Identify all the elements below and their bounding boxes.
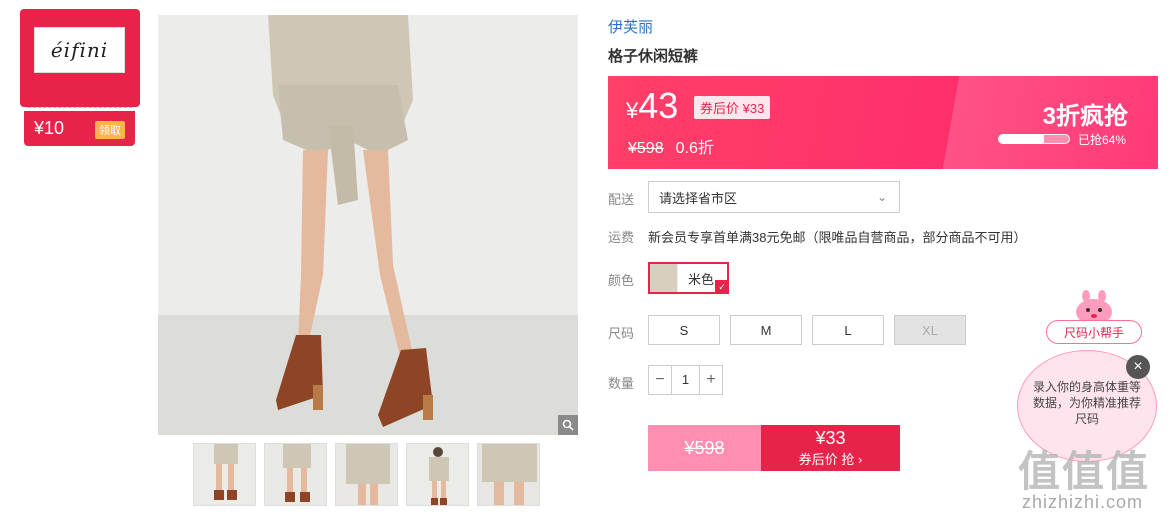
coupon-price-badge: 券后价 ¥33: [694, 96, 771, 119]
size-label: 尺码: [608, 326, 635, 341]
current-price: ¥43: [626, 85, 678, 127]
buy-original-price: ¥598: [648, 425, 761, 471]
flash-sale-title: 3折疯抢: [1042, 103, 1128, 130]
thumbnail-2[interactable]: [264, 443, 327, 506]
color-swatch-image: [650, 264, 678, 292]
brand-divider: [28, 107, 132, 108]
size-option-m[interactable]: M: [730, 315, 802, 345]
sold-progress-text: 已抢64%: [1078, 133, 1127, 147]
watermark-url: zhizhizhi.com: [1022, 492, 1144, 512]
region-select-placeholder: 请选择省市区: [659, 190, 738, 206]
watermark-logo: 值值值: [1018, 448, 1151, 495]
product-title: 格子休闲短裤: [608, 48, 699, 65]
shipping-label: 运费: [608, 230, 635, 245]
shipping-info: 新会员专享首单满38元免邮（限唯品自营商品，部分商品不可用）: [648, 230, 1027, 245]
zoom-icon[interactable]: [558, 415, 578, 435]
main-product-image[interactable]: [158, 15, 578, 435]
thumbnail-1[interactable]: [193, 443, 256, 506]
chevron-down-icon: ⌄: [876, 190, 887, 204]
buy-action-label: 券后价 抢 ›: [798, 452, 863, 467]
delivery-label: 配送: [608, 192, 635, 207]
quantity-stepper: − 1 +: [648, 365, 723, 395]
currency-symbol: ¥: [626, 98, 639, 123]
quantity-increase-button[interactable]: +: [700, 366, 722, 394]
size-option-l[interactable]: L: [812, 315, 884, 345]
check-icon: ✓: [715, 280, 729, 294]
sold-progress-bar: [998, 134, 1070, 144]
discount-text: 0.6折: [675, 140, 714, 157]
original-price: ¥598: [628, 140, 664, 157]
close-icon[interactable]: ×: [1126, 355, 1150, 379]
brand-logo[interactable]: éifini: [34, 27, 125, 73]
color-option-label: 米色: [688, 271, 715, 287]
size-option-s[interactable]: S: [648, 315, 720, 345]
thumbnail-strip: [193, 443, 540, 506]
thumbnail-4[interactable]: [406, 443, 469, 506]
buy-now-button[interactable]: ¥33 券后价 抢 ›: [761, 425, 900, 471]
quantity-decrease-button[interactable]: −: [649, 366, 671, 394]
buy-coupon-price: ¥33: [815, 428, 846, 448]
size-option-xl[interactable]: XL: [894, 315, 966, 345]
color-label: 颜色: [608, 273, 635, 288]
price-banner: ¥43 券后价 ¥33 ¥598 0.6折 3折疯抢 已抢64%: [608, 76, 1158, 169]
color-option-selected[interactable]: 米色 ✓: [648, 262, 729, 294]
claim-coupon-button[interactable]: 领取: [95, 121, 125, 139]
quantity-input[interactable]: 1: [671, 366, 700, 394]
coupon-amount: ¥10: [34, 118, 65, 138]
brand-card[interactable]: éifini: [20, 9, 140, 108]
thumbnail-3[interactable]: [335, 443, 398, 506]
original-price-line: ¥598 0.6折: [628, 134, 714, 158]
quantity-label: 数量: [608, 376, 635, 391]
thumbnail-5[interactable]: [477, 443, 540, 506]
sold-progress-fill: [999, 135, 1044, 143]
buy-bar: ¥598 ¥33 券后价 抢 ›: [648, 425, 900, 471]
store-coupon[interactable]: ¥10 领取: [24, 111, 135, 146]
size-helper-tag[interactable]: 尺码小帮手: [1046, 320, 1142, 344]
current-price-value: 43: [638, 85, 679, 126]
region-select[interactable]: 请选择省市区 ⌄: [648, 181, 900, 213]
product-photo: [158, 15, 578, 435]
brand-link[interactable]: 伊芙丽: [608, 16, 653, 37]
